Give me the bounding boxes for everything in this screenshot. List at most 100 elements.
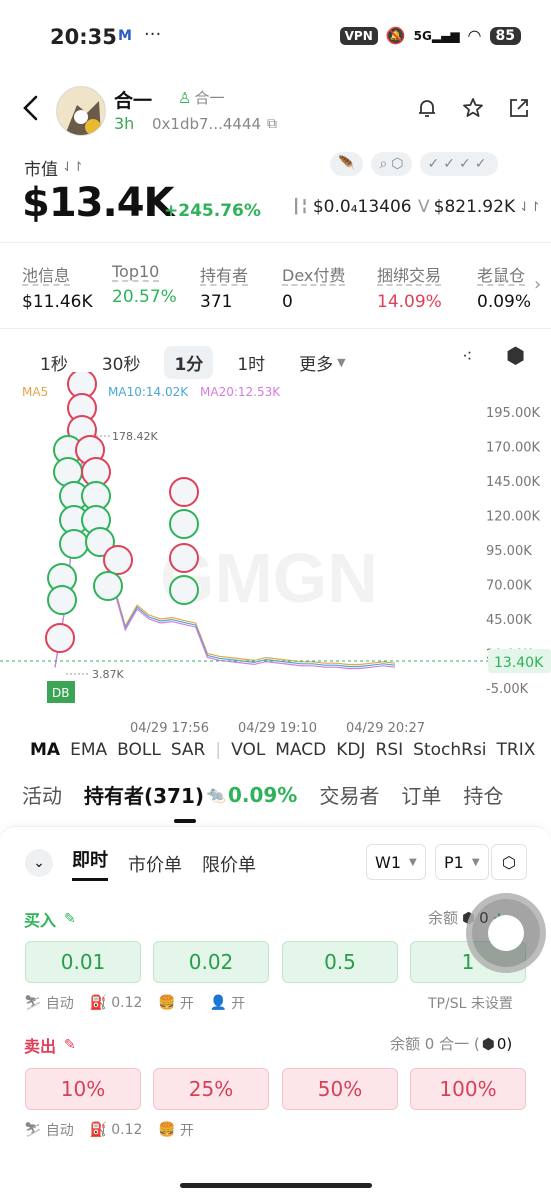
ind-macd[interactable]: MACD xyxy=(275,740,326,760)
tab-positions[interactable]: 持仓 xyxy=(463,780,503,809)
bell-icon[interactable] xyxy=(415,96,439,120)
ind-sar[interactable]: SAR xyxy=(171,740,206,760)
feather-chip[interactable]: 🪶 xyxy=(330,152,364,176)
preset-select[interactable]: P1 ▼ xyxy=(435,844,489,880)
mev-setting: 🍔 开 xyxy=(158,993,193,1013)
sell-percent-button[interactable]: 25% xyxy=(153,1068,269,1110)
y-tick-label: 145.00K xyxy=(486,475,540,490)
ind-ma[interactable]: MA xyxy=(30,740,60,760)
ind-vol[interactable]: VOL xyxy=(231,740,265,760)
divider xyxy=(0,242,551,243)
trader-avatar-marker[interactable] xyxy=(59,529,89,559)
high-label: 178.42K xyxy=(112,430,158,443)
tab-orders[interactable]: 订单 xyxy=(401,780,441,809)
sell-percent-button[interactable]: 50% xyxy=(282,1068,398,1110)
trader-avatar-marker[interactable] xyxy=(47,585,77,615)
db-marker-label: DB xyxy=(52,686,69,700)
wallet-select[interactable]: W1 ▼ xyxy=(366,844,426,880)
ind-rsi[interactable]: RSI xyxy=(376,740,404,760)
swap-arrows-icon[interactable]: ⇃↾ xyxy=(519,200,541,215)
sell-balance: 余额 0 合一 ( ⬢ 0) xyxy=(390,1033,512,1054)
settings-hex-icon[interactable]: ⬢ xyxy=(506,344,525,369)
settings-button[interactable]: ⬡ xyxy=(491,844,527,880)
volume: V $821.92K ⇃↾ xyxy=(418,197,541,217)
copy-icon[interactable]: ⧉ xyxy=(267,116,277,132)
search-icon: ⌕ xyxy=(379,156,388,172)
auto-setting: ⛷ 自动 xyxy=(24,1120,74,1140)
chevron-right-icon[interactable]: › xyxy=(534,274,541,295)
stat-value: 0.09% xyxy=(477,292,532,312)
stat-value: 20.57% xyxy=(112,287,177,307)
ind-divider: | xyxy=(215,740,222,760)
dots-cluster-icon[interactable]: ⁖ xyxy=(462,346,473,367)
mcap-label[interactable]: 市值 ⇃↾ xyxy=(24,155,84,180)
trader-avatar-marker[interactable] xyxy=(169,575,199,605)
stat-top10[interactable]: Top10 20.57% xyxy=(112,262,177,307)
mcap-value: $13.4K xyxy=(22,180,175,226)
stat-holders[interactable]: 持有者 371 xyxy=(200,262,248,312)
token-avatar xyxy=(56,86,106,136)
stat-dex-paid[interactable]: Dex付费 0 xyxy=(282,262,345,312)
order-tab-instant[interactable]: 即时 xyxy=(72,846,108,881)
trader-avatar-marker[interactable] xyxy=(103,545,133,575)
ind-trix[interactable]: TRIX xyxy=(497,740,536,760)
ind-boll[interactable]: BOLL xyxy=(117,740,161,760)
stat-bundle[interactable]: 捆绑交易 14.09% xyxy=(377,262,442,312)
star-icon[interactable] xyxy=(461,96,485,120)
buy-amount-button[interactable]: 0.02 xyxy=(153,941,269,983)
mev-setting: 🍔 开 xyxy=(158,1120,193,1140)
user-setting: 👤 开 xyxy=(210,993,245,1013)
tab-traders[interactable]: 交易者 xyxy=(319,780,379,809)
price-chart[interactable]: GMGN 195.00K170.00K145.00K120.00K95.00K7… xyxy=(0,372,551,742)
sell-percent-button[interactable]: 10% xyxy=(25,1068,141,1110)
slippage-icon: ⛷ xyxy=(24,995,42,1011)
floating-wallet-button[interactable] xyxy=(466,893,546,973)
tab-holders-pct: 0.09% xyxy=(227,782,298,807)
search-chip[interactable]: ⌕ ⬡ xyxy=(371,152,412,176)
y-tick-label: 120.00K xyxy=(486,510,540,525)
x-tick-label: 04/29 19:10 xyxy=(238,721,317,736)
robot-icon: ♙ xyxy=(178,88,192,107)
edit-icon[interactable]: ✎ xyxy=(64,1037,76,1053)
edit-icon[interactable]: ✎ xyxy=(64,911,76,927)
trader-avatar-marker[interactable] xyxy=(169,543,199,573)
buy-amount-button[interactable]: 0.5 xyxy=(282,941,398,983)
buy-amount-button[interactable]: 0.01 xyxy=(25,941,141,983)
ind-stochrsi[interactable]: StochRsi xyxy=(413,740,486,760)
checks-chip[interactable]: ✓✓✓✓ xyxy=(419,152,499,176)
stat-label: 捆绑交易 xyxy=(377,266,442,285)
tab-holders[interactable]: 持有者(371) 🐀 0.09% xyxy=(84,780,298,823)
sell-settings[interactable]: ⛷ 自动 ⛽ 0.12 🍔 开 xyxy=(24,1120,194,1140)
burger-icon: 🍔 xyxy=(158,995,176,1011)
order-tab-limit[interactable]: 限价单 xyxy=(202,851,256,877)
buy-settings[interactable]: ⛷ 自动 ⛽ 0.12 🍔 开 👤 开 xyxy=(24,993,245,1013)
token-address[interactable]: 0x1db7...4444 ⧉ xyxy=(152,115,277,133)
vpn-badge: VPN xyxy=(339,26,378,45)
trader-avatar-marker[interactable] xyxy=(93,571,123,601)
share-icon[interactable] xyxy=(507,96,531,120)
buy-label: 买入 xyxy=(24,911,57,930)
stat-label: 持有者 xyxy=(200,266,249,285)
auto-label: 自动 xyxy=(45,1123,74,1139)
auto-setting: ⛷ 自动 xyxy=(24,993,74,1013)
trader-avatar-marker[interactable] xyxy=(169,477,199,507)
ma5-label: MA5 xyxy=(22,385,48,399)
mev-value: 开 xyxy=(179,1123,194,1139)
back-icon[interactable] xyxy=(18,94,46,122)
stat-label: Top10 xyxy=(112,262,160,281)
ind-kdj[interactable]: KDJ xyxy=(336,740,365,760)
trader-avatar-marker[interactable] xyxy=(169,509,199,539)
stat-rat[interactable]: 老鼠仓 0.09% xyxy=(477,262,531,312)
tab-activity[interactable]: 活动 xyxy=(22,780,62,809)
stat-pool[interactable]: 池信息 $11.46K xyxy=(22,262,93,312)
token-flags: 🪶 ⌕ ⬡ ✓✓✓✓ xyxy=(330,152,499,176)
preset-value: P1 xyxy=(444,852,464,872)
trader-avatar-marker[interactable] xyxy=(45,623,75,653)
sell-percent-button[interactable]: 100% xyxy=(410,1068,526,1110)
check-icons: ✓✓✓✓ xyxy=(427,156,491,172)
collapse-button[interactable]: ⌄ xyxy=(25,849,53,877)
tpsl-status[interactable]: TP/SL 未设置 xyxy=(428,993,513,1013)
x-tick-label: 04/29 20:27 xyxy=(346,721,425,736)
order-tab-market[interactable]: 市价单 xyxy=(128,851,182,877)
ind-ema[interactable]: EMA xyxy=(70,740,107,760)
